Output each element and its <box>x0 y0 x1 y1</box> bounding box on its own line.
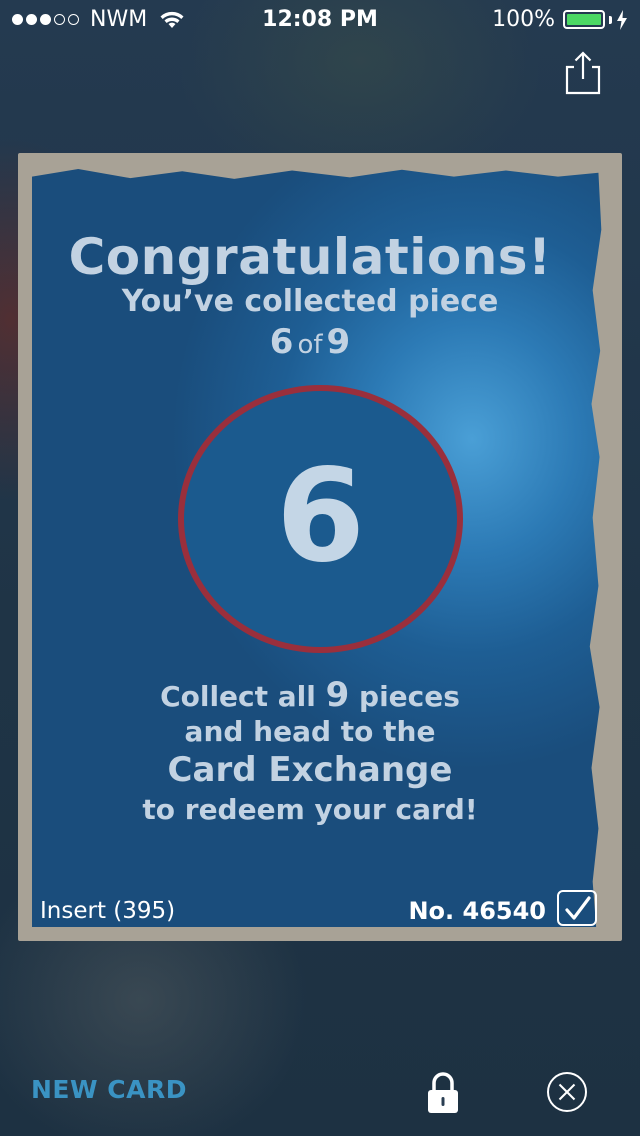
lock-button[interactable] <box>425 1071 461 1115</box>
card-exchange-label: Card Exchange <box>167 750 453 790</box>
status-bar: NWM 12:08 PM 100% <box>0 0 640 40</box>
collect-prefix: Collect all <box>160 680 316 713</box>
lock-icon <box>428 1072 458 1113</box>
check-mark-icon <box>565 896 591 920</box>
collect-count: 9 <box>325 675 350 715</box>
status-right: 100% <box>492 7 628 32</box>
instruction-line-4: to redeem your card! <box>142 793 478 826</box>
piece-total: 9 <box>326 322 351 362</box>
battery-icon <box>563 10 605 29</box>
new-card-button[interactable]: NEW CARD <box>31 1075 187 1104</box>
battery-level-fill <box>567 14 601 25</box>
piece-progress: 6 of 9 <box>32 322 588 362</box>
close-button[interactable] <box>546 1071 588 1113</box>
badge-number: 6 <box>275 442 366 591</box>
charging-bolt-icon <box>617 9 627 30</box>
serial-number: No. 46540 <box>408 897 546 925</box>
collect-suffix: pieces <box>359 680 460 713</box>
card-headline: Congratulations! <box>68 228 552 286</box>
battery-tip <box>609 15 612 24</box>
battery-percent: 100% <box>492 7 555 32</box>
share-button[interactable] <box>562 50 604 96</box>
piece-of-label: of <box>297 330 323 360</box>
collect-instruction: Collect all 9 pieces <box>32 675 588 715</box>
card-subtitle: You’ve collected piece <box>121 284 499 319</box>
share-icon <box>565 51 601 95</box>
piece-number: 6 <box>269 322 294 362</box>
checkbox-checked-icon <box>557 890 597 926</box>
piece-badge: 6 <box>178 385 463 653</box>
close-circle-icon <box>547 1072 587 1112</box>
insert-label: Insert (395) <box>40 898 176 924</box>
instruction-line-2: and head to the <box>184 715 436 748</box>
